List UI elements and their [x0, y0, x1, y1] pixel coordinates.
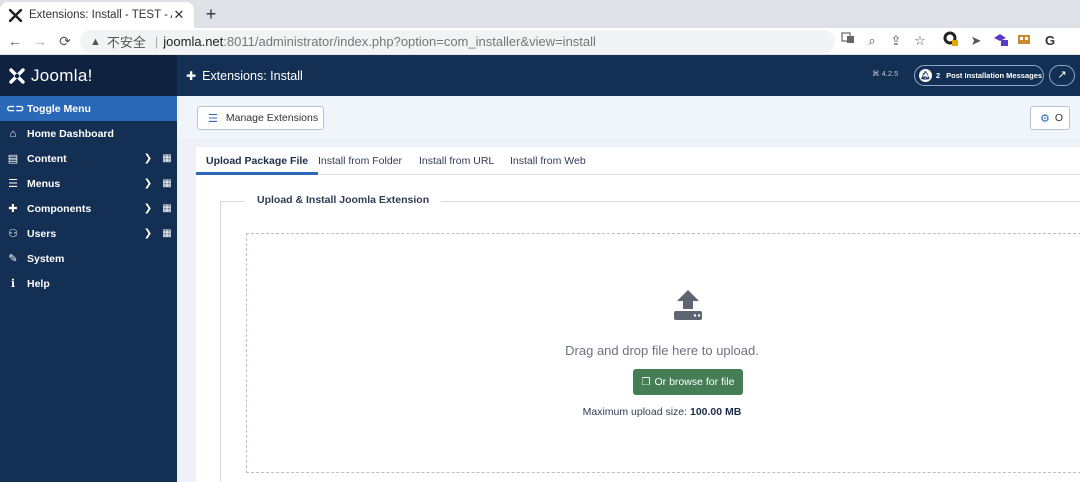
sidebar-item-label: Components	[27, 202, 92, 215]
extension-arrow-icon[interactable]: ➤	[966, 31, 986, 51]
copy-icon: ❐	[641, 376, 651, 388]
sidebar-item-label: Menus	[27, 177, 61, 190]
joomla-logo[interactable]: Joomla!	[0, 55, 177, 96]
post-install-label: Post Installation Messages	[946, 71, 1043, 80]
upload-legend: Upload & Install Joomla Extension	[245, 194, 442, 206]
sidebar-item-home-dashboard[interactable]: ⌂ Home Dashboard	[0, 121, 177, 146]
tab-upload-package-file[interactable]: Upload Package File	[196, 147, 319, 175]
bookmark-star-icon[interactable]: ☆	[910, 31, 930, 51]
tab-install-from-url[interactable]: Install from URL	[409, 147, 504, 175]
tab-close-icon[interactable]: ✕	[172, 7, 186, 23]
sidebar-item-label: Toggle Menu	[27, 102, 91, 115]
browser-tab-title: Extensions: Install - TEST - Adr	[29, 9, 172, 21]
version-text: 4.2.5	[881, 69, 899, 78]
sidebar: Joomla! ⊂⊃ Toggle Menu ⌂ Home Dashboard ▤ Con…	[0, 55, 177, 482]
extension-hat-icon[interactable]	[990, 31, 1010, 51]
tab-install-from-folder[interactable]: Install from Folder	[308, 147, 412, 175]
max-upload-size: Maximum upload size: 100.00 MB	[222, 406, 1080, 418]
sidebar-item-system[interactable]: ✎ System	[0, 246, 177, 271]
extension-box-icon[interactable]	[1014, 31, 1034, 51]
url-separator: |	[154, 34, 159, 49]
page-title: ✚ Extensions: Install	[186, 69, 303, 83]
sidebar-item-users[interactable]: ⚇ Users ❯ ▦	[0, 221, 177, 246]
max-upload-label: Maximum upload size:	[582, 406, 688, 418]
install-card: Upload Package File Install from Folder …	[196, 147, 1080, 482]
sidebar-item-help[interactable]: ℹ Help	[0, 271, 177, 296]
dashboard-grid-icon[interactable]: ▦	[157, 153, 177, 164]
upload-fieldset: Upload & Install Joomla Extension Drag a…	[220, 194, 1080, 482]
home-icon: ⌂	[9, 127, 17, 140]
options-label: O	[1054, 112, 1064, 124]
max-upload-value: 100.00 MB	[690, 406, 742, 418]
post-installation-messages-button[interactable]: 🔔︎ 2 Post Installation Messages	[914, 65, 1044, 86]
share-icon[interactable]: ⇪	[886, 31, 906, 51]
reload-icon[interactable]: ⟳	[56, 32, 74, 50]
url-path: :8011/administrator/index.php?option=com…	[223, 34, 596, 49]
page-header: ✚ Extensions: Install ⌘ 4.2.5 🔔︎ 2 Post …	[177, 55, 1080, 96]
sidebar-item-label: Content	[27, 152, 67, 165]
warning-icon: ▲	[90, 35, 101, 48]
manage-extensions-button[interactable]: ☰ Manage Extensions	[197, 106, 324, 130]
insecure-label: 不安全	[106, 35, 146, 50]
browse-label: Or browse for file	[654, 376, 735, 388]
external-link-icon[interactable]: ↗	[1049, 65, 1075, 86]
extension-circle-icon[interactable]	[941, 31, 961, 51]
users-icon: ⚇	[8, 228, 18, 240]
logo-text: Joomla!	[31, 65, 93, 85]
info-icon: ℹ	[10, 278, 16, 290]
options-button[interactable]: ⚙ O	[1030, 106, 1070, 130]
address-bar[interactable]: ▲ 不安全 | joomla.net :8011/administrator/i…	[80, 30, 835, 53]
browser-tab-strip: Extensions: Install - TEST - Adr ✕ +	[0, 0, 1080, 28]
sidebar-item-components[interactable]: ✚ Components ❯ ▦	[0, 196, 177, 221]
list-icon: ☰	[208, 112, 218, 125]
dashboard-grid-icon[interactable]: ▦	[157, 178, 177, 189]
browser-tab[interactable]: Extensions: Install - TEST - Adr ✕	[0, 2, 194, 28]
browse-file-button[interactable]: ❐ Or browse for file	[633, 369, 743, 395]
extension-g-icon[interactable]: G	[1040, 31, 1060, 51]
chevron-right-icon[interactable]: ❯	[139, 228, 157, 239]
manage-extensions-label: Manage Extensions	[225, 112, 319, 124]
chevron-right-icon[interactable]: ❯	[139, 203, 157, 214]
toolbar: ☰ Manage Extensions ⚙ O	[177, 96, 1080, 139]
sidebar-menu: ⊂⊃ Toggle Menu ⌂ Home Dashboard ▤ Content ❯ ▦ ☰ M…	[0, 96, 177, 296]
bell-icon: 🔔︎	[919, 69, 932, 82]
sidebar-item-toggle-menu[interactable]: ⊂⊃ Toggle Menu	[0, 96, 177, 121]
dashboard-grid-icon[interactable]: ▦	[157, 203, 177, 214]
tab-install-from-web[interactable]: Install from Web	[500, 147, 596, 175]
list-icon: ☰	[8, 178, 18, 190]
url-host: joomla.net	[163, 34, 224, 49]
file-icon: ▤	[7, 153, 19, 165]
zoom-icon[interactable]: ⌕	[862, 31, 882, 51]
wrench-icon: ✎	[8, 253, 18, 265]
sidebar-item-label: System	[27, 252, 65, 265]
new-tab-button[interactable]: +	[201, 4, 221, 24]
translate-icon[interactable]	[838, 31, 858, 51]
notification-count: 2	[936, 71, 941, 80]
back-icon[interactable]: ←	[6, 32, 24, 50]
toggle-icon: ⊂⊃	[6, 103, 25, 115]
drop-text: Drag and drop file here to upload.	[565, 343, 759, 358]
sidebar-item-menus[interactable]: ☰ Menus ❯ ▦	[0, 171, 177, 196]
sidebar-item-label: Home Dashboard	[27, 127, 114, 140]
joomla-favicon-icon	[8, 8, 22, 22]
gear-icon: ⚙	[1040, 112, 1050, 125]
drop-zone[interactable]: Drag and drop file here to upload. ❐ Or …	[246, 233, 1080, 473]
joomla-mark-icon	[8, 67, 26, 85]
forward-icon[interactable]: →	[31, 32, 49, 50]
browser-toolbar: ← → ⟳ ▲ 不安全 | joomla.net :8011/administr…	[0, 28, 1080, 55]
dashboard-grid-icon[interactable]: ▦	[157, 228, 177, 239]
puzzle-icon: ✚	[8, 203, 18, 215]
sidebar-item-label: Users	[27, 227, 57, 240]
main-content: Upload Package File Install from Folder …	[177, 139, 1080, 482]
sidebar-item-label: Help	[27, 277, 50, 290]
upload-icon	[671, 288, 705, 327]
version-label: ⌘ 4.2.5	[872, 69, 899, 78]
page-title-text: Extensions: Install	[202, 68, 303, 83]
puzzle-icon: ✚	[186, 68, 197, 83]
chevron-right-icon[interactable]: ❯	[139, 153, 157, 164]
install-tabs: Upload Package File Install from Folder …	[196, 147, 1080, 175]
sidebar-item-content[interactable]: ▤ Content ❯ ▦	[0, 146, 177, 171]
chevron-right-icon[interactable]: ❯	[139, 178, 157, 189]
